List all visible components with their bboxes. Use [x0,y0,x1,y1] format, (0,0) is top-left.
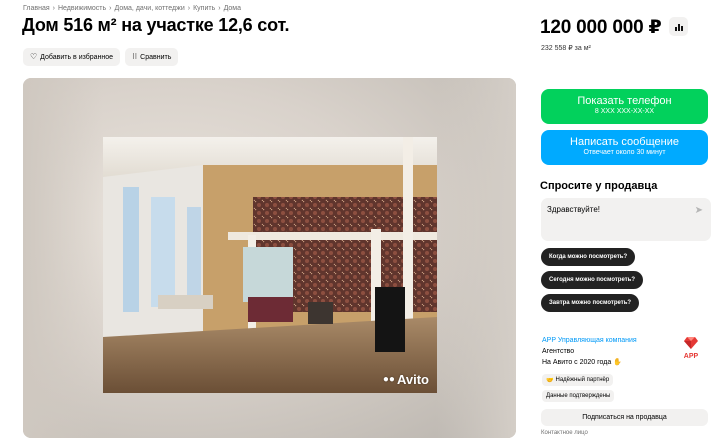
photo-gallery[interactable]: ●● Avito [23,78,516,438]
listing-price: 120 000 000 ₽ [540,17,662,38]
ask-seller-title: Спросите у продавца [540,180,658,192]
seller-logo-text: APP [683,353,699,360]
breadcrumb-separator: › [109,5,112,12]
send-arrow-icon[interactable]: ➤ [695,205,703,216]
gallery-blur-left [23,78,103,438]
compare-label: Сравнить [140,53,172,61]
breadcrumb-separator: › [187,5,191,12]
add-to-favorites-label: Добавить в избранное [40,53,114,61]
heart-icon: ♡ [30,52,38,61]
ask-seller-input-value: Здравствуйте! [547,205,601,214]
breadcrumb: Главная › Недвижимость › Дома, дачи, коттедж… [23,5,241,12]
listing-title: Дом 516 м² на участке 12,6 сот. [22,15,290,35]
quick-question-chip[interactable]: Когда можно посмотреть? [541,248,636,266]
reliable-partner-label: Надёжный партнёр [555,377,610,383]
gallery-blur-right [436,78,516,438]
breadcrumb-separator: › [52,5,55,12]
compare-button[interactable]: ⁝⁝ Сравнить [125,48,179,66]
write-message-label: Написать сообщение [570,136,679,148]
seller-since: На Авито с 2020 года ✋ [542,358,622,366]
reliable-partner-badge: 🤝 Надёжный партнёр [542,374,614,386]
quick-question-chip[interactable]: Завтра можно посмотреть? [541,294,640,312]
avito-logo-icon: ●● [382,374,395,385]
subscribe-seller-button[interactable]: Подписаться на продавца [541,409,708,426]
breadcrumb-separator: › [218,5,221,12]
add-to-favorites-button[interactable]: ♡ Добавить в избранное [23,48,121,66]
data-verified-badge: Данные подтверждены [542,390,615,402]
interior-photo-image [103,137,437,393]
response-time: Отвечает около 30 минут [583,149,666,156]
seller-type: Агентство [542,348,575,355]
handshake-icon: 🤝 [546,377,554,384]
hand-icon: ✋ [613,359,622,366]
price-history-button[interactable] [669,17,688,36]
avito-watermark: ●● Avito [383,372,429,387]
breadcrumb-real-estate[interactable]: Недвижимость [58,5,106,12]
avito-watermark-text: Avito [396,372,429,387]
contact-person-label: Контактное лицо [541,430,588,436]
seller-logo[interactable]: APP [680,336,702,360]
breadcrumb-houses[interactable]: Дома, дачи, коттеджи [115,5,185,12]
seller-since-text: На Авито с 2020 года [542,359,612,366]
main-photo[interactable]: ●● Avito [103,137,437,393]
ask-seller-input[interactable]: Здравствуйте! ➤ [541,198,711,241]
diamond-logo-icon [684,337,698,349]
compare-icon: ⁝⁝ [132,52,138,61]
breadcrumb-buy[interactable]: Купить [193,5,215,12]
quick-question-chip[interactable]: Сегодня можно посмотреть? [541,271,644,289]
breadcrumb-home[interactable]: Главная [23,5,50,12]
breadcrumb-homes[interactable]: Дома [224,5,241,12]
data-verified-label: Данные подтверждены [546,393,611,399]
listing-actions: ♡ Добавить в избранное ⁝⁝ Сравнить [23,48,179,66]
price-per-m2: 232 558 ₽ за м² [541,45,591,52]
write-message-button[interactable]: Написать сообщение Отвечает около 30 мин… [541,130,708,165]
seller-name-link[interactable]: APP Управляющая компания [542,337,637,344]
bar-chart-icon [674,24,683,31]
show-phone-label: Показать телефон [577,95,672,107]
phone-masked: 8 XXX XXX-XX-XX [594,108,655,115]
show-phone-button[interactable]: Показать телефон 8 XXX XXX-XX-XX [541,89,708,124]
